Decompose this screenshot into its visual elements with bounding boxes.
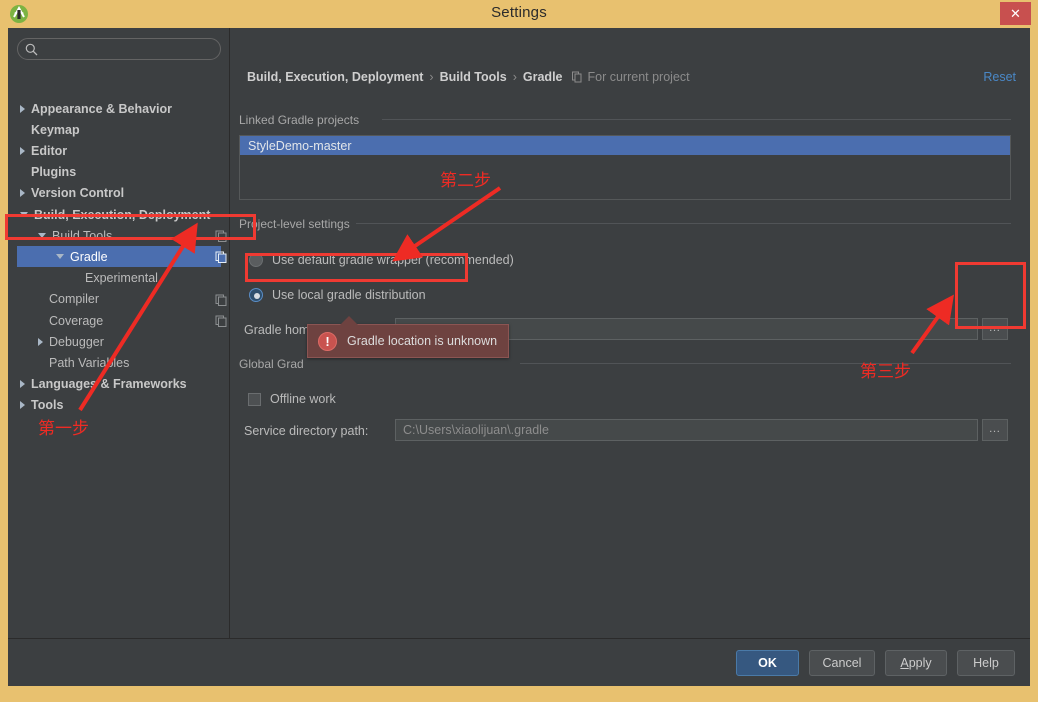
- linked-projects-group-title: Linked Gradle projects: [239, 113, 365, 127]
- sidebar-item-label: Plugins: [31, 165, 76, 179]
- sidebar-item-version-control[interactable]: Version Control: [20, 183, 124, 204]
- sidebar-item-keymap[interactable]: Keymap: [20, 119, 80, 140]
- sidebar-item-gradle[interactable]: Gradle: [17, 246, 221, 267]
- sidebar-item-coverage[interactable]: Coverage: [38, 310, 103, 331]
- sidebar-item-label: Version Control: [31, 186, 124, 200]
- sidebar-item-label: Build, Execution, Deployment: [34, 208, 210, 222]
- sidebar-item-path-variables[interactable]: Path Variables: [38, 352, 129, 373]
- radio-use-local-gradle-distribution[interactable]: Use local gradle distribution: [249, 288, 426, 302]
- sidebar-item-label: Editor: [31, 144, 67, 158]
- checkbox-indicator: [248, 393, 261, 406]
- sidebar-item-appearance-behavior[interactable]: Appearance & Behavior: [20, 98, 172, 119]
- project-settings-group-title: Project-level settings: [239, 217, 356, 231]
- group-rule: [382, 119, 1011, 120]
- sidebar-item-label: Coverage: [49, 314, 103, 328]
- sidebar-item-label: Compiler: [49, 292, 99, 306]
- radio-use-default-gradle-wrapper[interactable]: Use default gradle wrapper (recommended): [249, 253, 514, 267]
- window-title: Settings: [0, 4, 1038, 21]
- breadcrumb-item-2[interactable]: Gradle: [523, 70, 563, 84]
- service-directory-input[interactable]: C:\Users\xiaolijuan\.gradle: [395, 419, 978, 441]
- service-directory-label: Service directory path:: [244, 424, 368, 438]
- cancel-button[interactable]: Cancel: [809, 650, 875, 676]
- list-item[interactable]: StyleDemo-master: [240, 136, 1010, 155]
- group-rule: [520, 363, 1011, 364]
- breadcrumb-item-1[interactable]: Build Tools: [440, 70, 507, 84]
- reset-link[interactable]: Reset: [983, 70, 1016, 84]
- sidebar-item-label: Experimental: [85, 271, 158, 285]
- gradle-location-error-tooltip: ! Gradle location is unknown: [307, 324, 509, 358]
- search-input[interactable]: [42, 41, 214, 58]
- global-settings-group-title: Global Grad: [239, 357, 310, 371]
- ok-button[interactable]: OK: [736, 650, 799, 676]
- help-button[interactable]: Help: [957, 650, 1015, 676]
- chevron-down-icon[interactable]: [56, 254, 64, 259]
- search-icon: [25, 43, 38, 56]
- title-bar: Settings ✕: [0, 0, 1038, 28]
- sidebar-item-debugger[interactable]: Debugger: [38, 331, 104, 352]
- radio-label: Use local gradle distribution: [272, 288, 426, 302]
- sidebar-item-experimental[interactable]: Experimental: [74, 268, 158, 289]
- gradle-home-browse-button[interactable]: …: [982, 318, 1008, 340]
- chevron-down-icon[interactable]: [20, 212, 28, 217]
- project-scope-icon: [571, 71, 583, 83]
- sidebar-item-editor[interactable]: Editor: [20, 140, 67, 161]
- sidebar-item-label: Build Tools: [52, 229, 112, 243]
- apply-label-rest: pply: [909, 656, 932, 670]
- apply-mnemonic: A: [900, 656, 908, 670]
- chevron-right-icon[interactable]: [20, 189, 25, 197]
- service-directory-browse-button[interactable]: …: [982, 419, 1008, 441]
- sidebar-item-label: Appearance & Behavior: [31, 102, 172, 116]
- sidebar-item-build-execution-deployment[interactable]: Build, Execution, Deployment: [20, 204, 210, 225]
- sidebar-item-build-tools[interactable]: Build Tools: [38, 225, 112, 246]
- sidebar-item-label: Debugger: [49, 335, 104, 349]
- error-message: Gradle location is unknown: [347, 334, 497, 348]
- sidebar-item-label: Path Variables: [49, 356, 129, 370]
- apply-button[interactable]: Apply: [885, 650, 947, 676]
- scope-label: For current project: [588, 70, 690, 84]
- chevron-down-icon[interactable]: [38, 233, 46, 238]
- sidebar-item-label: Languages & Frameworks: [31, 377, 187, 391]
- checkbox-offline-work[interactable]: Offline work: [248, 392, 336, 406]
- copy-settings-icon[interactable]: [215, 250, 227, 262]
- copy-settings-icon[interactable]: [215, 314, 227, 326]
- sidebar-item-languages-frameworks[interactable]: Languages & Frameworks: [20, 374, 187, 395]
- sidebar-item-label: Gradle: [70, 250, 108, 264]
- chevron-right-icon[interactable]: [38, 338, 43, 346]
- radio-label: Use default gradle wrapper (recommended): [272, 253, 514, 267]
- sidebar-item-label: Tools: [31, 398, 63, 412]
- chevron-right-icon[interactable]: [20, 380, 25, 388]
- dialog-body: Appearance & Behavior Keymap Editor Plugins…: [8, 28, 1030, 638]
- radio-indicator: [249, 288, 263, 302]
- settings-dialog: Settings ✕ Appearance & Behavior Keymap Ed…: [0, 0, 1038, 702]
- tooltip-arrow: [340, 316, 358, 325]
- dialog-button-bar: OK Cancel Apply Help: [8, 638, 1030, 686]
- breadcrumb-separator: ›: [513, 70, 517, 84]
- sidebar-item-compiler[interactable]: Compiler: [38, 289, 99, 310]
- breadcrumb-item-0[interactable]: Build, Execution, Deployment: [247, 70, 423, 84]
- chevron-right-icon[interactable]: [20, 147, 25, 155]
- chevron-right-icon[interactable]: [20, 105, 25, 113]
- dialog-frame: Appearance & Behavior Keymap Editor Plugins…: [8, 28, 1030, 694]
- linked-projects-list[interactable]: StyleDemo-master: [239, 135, 1011, 200]
- sidebar-item-tools[interactable]: Tools: [20, 395, 63, 416]
- breadcrumb: Build, Execution, Deployment › Build Too…: [247, 70, 690, 84]
- checkbox-label: Offline work: [270, 392, 336, 406]
- chevron-right-icon[interactable]: [20, 401, 25, 409]
- radio-indicator: [249, 253, 263, 267]
- sidebar-item-plugins[interactable]: Plugins: [20, 162, 76, 183]
- close-icon[interactable]: ✕: [1000, 2, 1031, 25]
- search-box[interactable]: [17, 38, 221, 60]
- sidebar-item-label: Keymap: [31, 123, 80, 137]
- error-exclamation-icon: !: [318, 332, 337, 351]
- settings-sidebar: Appearance & Behavior Keymap Editor Plugins…: [8, 28, 230, 638]
- breadcrumb-separator: ›: [429, 70, 433, 84]
- copy-settings-icon[interactable]: [215, 293, 227, 305]
- group-rule: [356, 223, 1011, 224]
- copy-settings-icon[interactable]: [215, 229, 227, 241]
